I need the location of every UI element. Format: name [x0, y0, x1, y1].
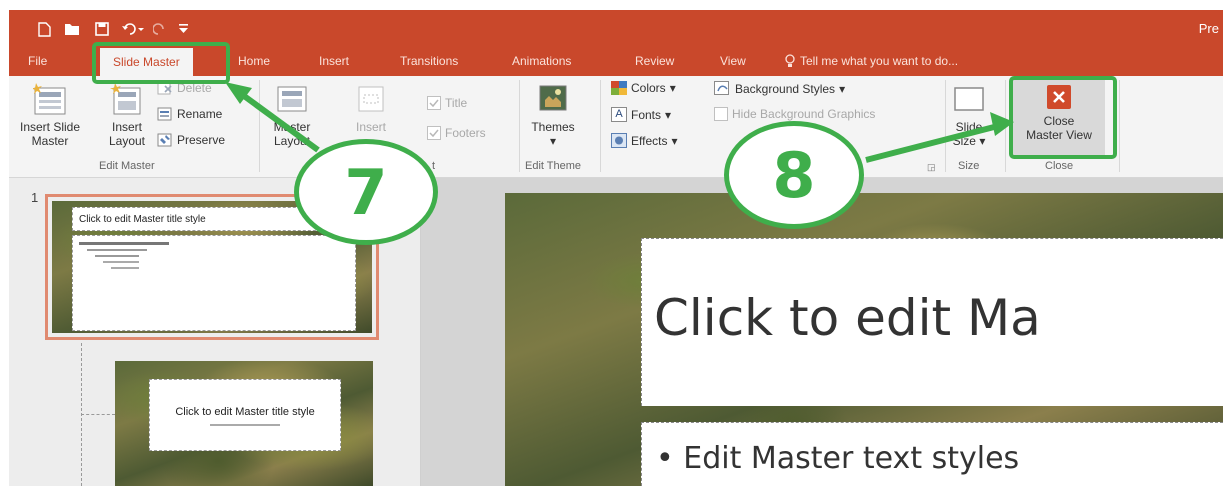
step-7-badge: 7	[294, 139, 438, 245]
step-8-badge: 8	[724, 121, 864, 229]
close-master-view-highlight	[1009, 76, 1117, 159]
slide-master-tab-highlight	[92, 42, 230, 84]
